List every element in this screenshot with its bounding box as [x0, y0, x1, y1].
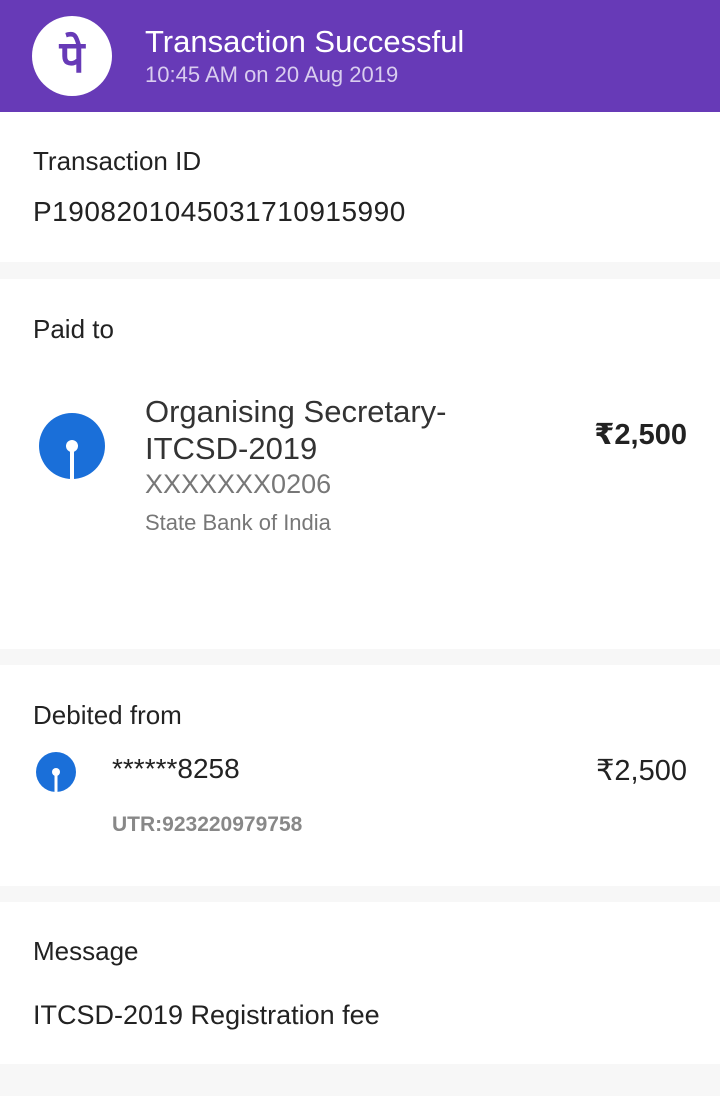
phonepe-logo-icon: पे	[32, 16, 112, 96]
debited-from-label: Debited from	[33, 700, 182, 730]
payee-bank: State Bank of India	[145, 510, 331, 535]
debit-amount: ₹2,500	[595, 755, 687, 787]
sbi-logo-icon	[35, 751, 77, 798]
header-title: Transaction Successful	[145, 24, 465, 59]
message-label: Message	[33, 936, 139, 966]
paid-amount: ₹2,500	[594, 419, 687, 451]
payee-name: Organising Secretary-ITCSD-2019	[145, 394, 447, 466]
debit-account: ******8258	[112, 753, 240, 784]
message-text: ITCSD-2019 Registration fee	[33, 1000, 380, 1030]
transaction-header: पे Transaction Successful 10:45 AM on 20…	[0, 0, 720, 112]
transaction-id-label: Transaction ID	[33, 146, 202, 176]
sbi-logo-icon	[38, 412, 106, 485]
debited-from-card: Debited from ******8258 UTR:923220979758…	[0, 665, 720, 886]
paid-to-label: Paid to	[33, 314, 114, 344]
transaction-id-value[interactable]: P1908201045031710915990	[33, 196, 406, 228]
svg-text:पे: पे	[59, 31, 87, 83]
message-card: Message ITCSD-2019 Registration fee	[0, 902, 720, 1064]
utr-number[interactable]: UTR:923220979758	[112, 813, 302, 837]
transaction-id-card: Transaction ID P1908201045031710915990	[0, 112, 720, 262]
paid-to-card: Paid to Organising Secretary-ITCSD-2019 …	[0, 279, 720, 649]
payee-account: XXXXXXX0206	[145, 469, 332, 499]
transaction-timestamp: 10:45 AM on 20 Aug 2019	[145, 62, 399, 87]
